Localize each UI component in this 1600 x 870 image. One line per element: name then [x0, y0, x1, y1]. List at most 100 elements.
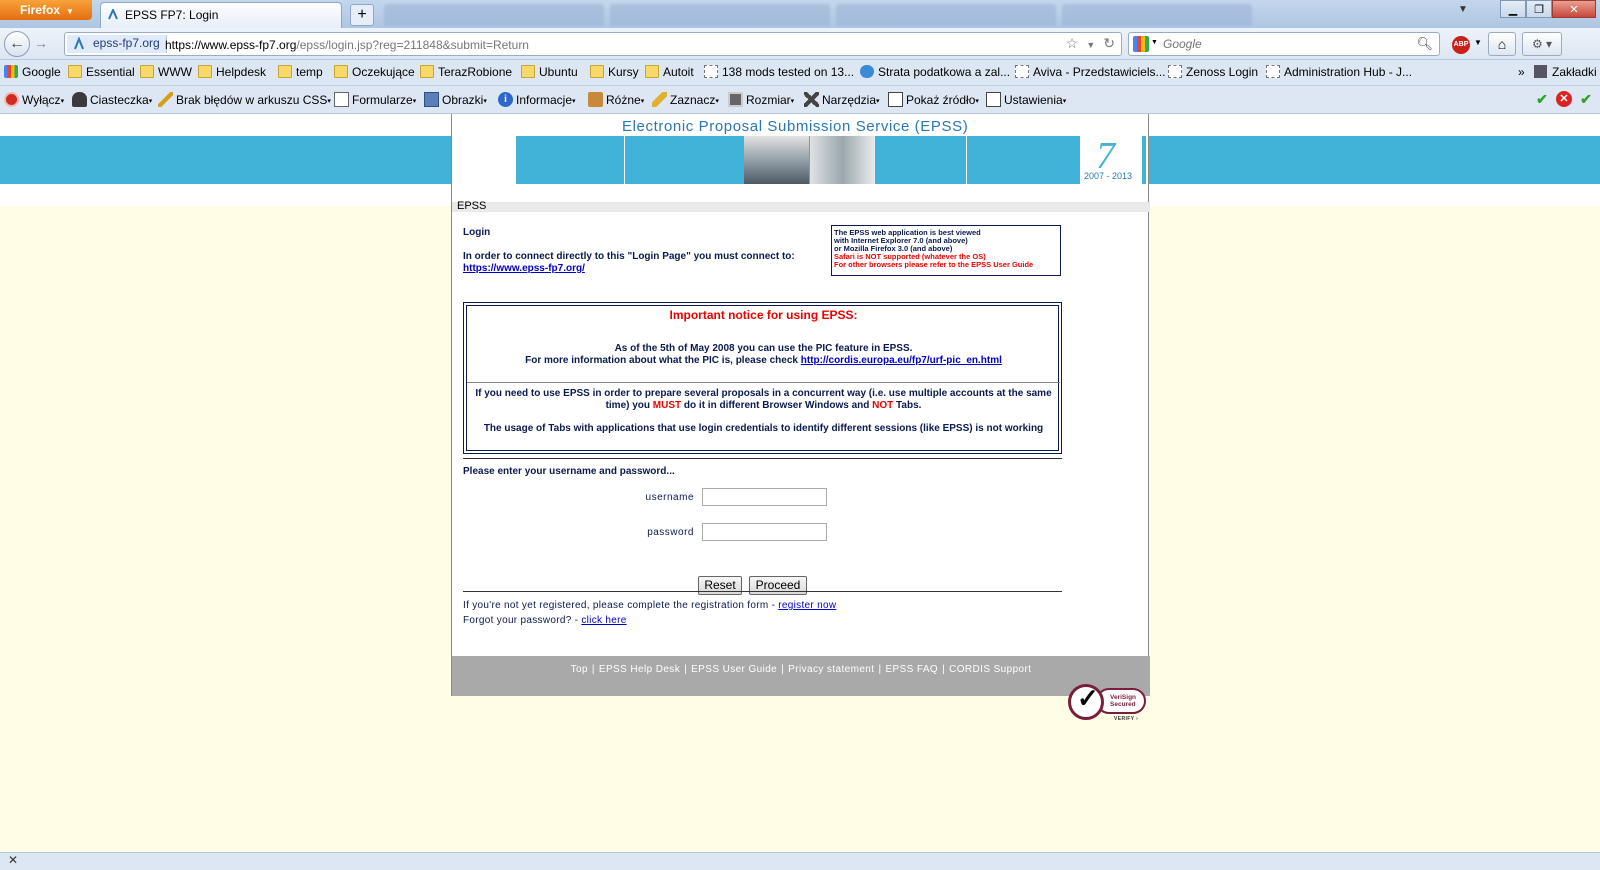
image-icon — [424, 92, 439, 107]
banner-photo — [810, 136, 875, 184]
bookmark-page[interactable]: Aviva - Przedstawiciels... — [1015, 65, 1166, 79]
tools-icon — [804, 92, 819, 107]
search-input[interactable] — [1163, 37, 1413, 51]
footer-link-faq[interactable]: EPSS FAQ — [885, 664, 938, 675]
checkmark-icon[interactable]: ✔ — [1578, 91, 1594, 107]
restore-icon[interactable]: ❐ — [1526, 0, 1552, 18]
chevron-down-icon[interactable]: ▼ — [1151, 39, 1158, 46]
devtool-css[interactable]: Brak błędów w arkuszu CSS▾ — [158, 92, 331, 107]
checkmark-icon[interactable]: ✔ — [1534, 91, 1550, 107]
url-text[interactable]: https://www.epss-fp7.org/epss/login.jsp?… — [165, 38, 529, 52]
bookmark-star-icon[interactable]: ☆ — [1066, 35, 1079, 51]
devtool-view-source[interactable]: Pokaż źródło▾ — [888, 92, 979, 107]
close-icon[interactable]: ✕ — [8, 853, 18, 867]
bookmark-folder[interactable]: WWW — [140, 65, 192, 79]
site-identity-button[interactable]: epss-fp7.org — [67, 35, 167, 53]
chevron-down-icon: ▼ — [66, 7, 74, 16]
bookmark-folder[interactable]: Autoit — [645, 65, 694, 79]
verisign-seal[interactable]: VeriSign Secured ✓ VERIFY › — [1068, 682, 1148, 724]
bookmark-page[interactable]: Administration Hub - J... — [1266, 65, 1412, 79]
page-icon — [1266, 65, 1280, 78]
search-bar: ▼ 🔍︎ — [1128, 32, 1440, 56]
devtool-information[interactable]: i Informacje▾ — [498, 92, 576, 107]
devtool-outline[interactable]: Zaznacz▾ — [652, 92, 719, 107]
tab-epss-login[interactable]: EPSS FP7: Login — [100, 2, 342, 28]
background-tab[interactable] — [1062, 4, 1252, 26]
bookmark-folder[interactable]: Ubuntu — [521, 65, 578, 79]
forward-button[interactable]: → — [34, 35, 48, 51]
globe-icon — [860, 65, 874, 78]
banner-photo — [744, 136, 809, 184]
extension-button[interactable]: ⚙ ▾ — [1522, 32, 1562, 56]
bookmark-page[interactable]: 138 mods tested on 13... — [704, 65, 854, 79]
bookmark-folder[interactable]: TerazRobione — [420, 65, 512, 79]
devtool-tools[interactable]: Narzędzia▾ — [804, 92, 880, 107]
register-link[interactable]: register now — [778, 600, 836, 611]
bookmark-page[interactable]: Zenoss Login — [1168, 65, 1258, 79]
username-input[interactable] — [702, 488, 827, 506]
google-icon[interactable] — [1133, 36, 1149, 52]
chevron-down-icon[interactable]: ▼ — [1474, 38, 1482, 47]
adblock-icon[interactable]: ABP — [1452, 36, 1470, 54]
info-icon: i — [498, 92, 513, 107]
notice-pic-info: As of the 5th of May 2008 you can use th… — [525, 343, 1002, 366]
proceed-button[interactable]: Proceed — [749, 576, 807, 595]
reload-icon[interactable]: ↻ — [1103, 35, 1115, 51]
close-window-icon[interactable]: ✕ — [1552, 0, 1596, 18]
footer-link-help-desk[interactable]: EPSS Help Desk — [599, 664, 680, 675]
stop-icon — [4, 92, 19, 107]
devtool-forms[interactable]: Formularze▾ — [334, 92, 416, 107]
devtool-disable[interactable]: Wyłącz▾ — [4, 92, 64, 107]
back-button[interactable]: ← — [4, 31, 30, 57]
content-panel: Electronic Proposal Submission Service (… — [451, 114, 1150, 696]
bookmark-folder[interactable]: Helpdesk — [198, 65, 266, 79]
connect-instructions: In order to connect directly to this "Lo… — [463, 251, 795, 262]
epss-favicon-icon — [74, 37, 84, 50]
page-icon — [1168, 65, 1182, 78]
folder-icon — [68, 65, 82, 78]
password-input[interactable] — [702, 523, 827, 541]
title-bar: Firefox ▼ EPSS FP7: Login + ▼ ▁ ❐ ✕ — [0, 0, 1600, 28]
chevron-double-right-icon[interactable]: » — [1518, 65, 1525, 79]
resize-icon — [728, 92, 743, 107]
settings-icon — [986, 92, 1001, 107]
devtool-resize[interactable]: Rozmiar▾ — [728, 92, 794, 107]
firefox-menu-button[interactable]: Firefox ▼ — [0, 0, 92, 20]
bookmark-page[interactable]: Strata podatkowa a zal... — [860, 65, 1010, 79]
devtool-misc[interactable]: Różne▾ — [588, 92, 644, 107]
pic-info-link[interactable]: http://cordis.europa.eu/fp7/urf-pic_en.h… — [801, 355, 1002, 366]
forgot-password-link[interactable]: click here — [581, 615, 626, 626]
devtool-cookies[interactable]: Ciasteczka▾ — [72, 92, 152, 107]
footer-link-privacy[interactable]: Privacy statement — [788, 664, 874, 675]
footer-link-cordis[interactable]: CORDIS Support — [949, 664, 1031, 675]
reset-button[interactable]: Reset — [698, 576, 742, 595]
background-tab[interactable] — [384, 4, 604, 26]
web-developer-toolbar: Wyłącz▾ Ciasteczka▾ Brak błędów w arkusz… — [0, 86, 1600, 114]
background-tab[interactable] — [610, 4, 830, 26]
bookmarks-menu[interactable]: Zakładki — [1534, 65, 1597, 79]
validation-status: ✔ ✕ ✔ — [1534, 91, 1594, 107]
home-button[interactable]: ⌂ — [1488, 32, 1516, 56]
devtool-images[interactable]: Obrazki▾ — [424, 92, 487, 107]
status-bar: ✕ — [0, 852, 1600, 870]
login-page-link[interactable]: https://www.epss-fp7.org/ — [463, 263, 585, 274]
bookmark-google[interactable]: Google — [4, 65, 61, 79]
search-icon[interactable]: 🔍︎ — [1416, 36, 1433, 52]
background-tab[interactable] — [836, 4, 1056, 26]
folder-icon — [334, 65, 348, 78]
footer-link-top[interactable]: Top — [571, 664, 588, 675]
new-tab-button[interactable]: + — [350, 4, 374, 26]
url-bar[interactable]: epss-fp7.org https://www.epss-fp7.org/ep… — [64, 32, 1122, 56]
page-icon — [704, 65, 718, 78]
error-icon[interactable]: ✕ — [1556, 91, 1572, 107]
footer-link-user-guide[interactable]: EPSS User Guide — [691, 664, 777, 675]
dropdown-icon[interactable]: ▼ — [1086, 40, 1095, 50]
page-title: Electronic Proposal Submission Service (… — [622, 118, 969, 135]
bookmark-folder[interactable]: Oczekujące — [334, 65, 415, 79]
tab-list-icon[interactable]: ▼ — [1458, 4, 1468, 15]
minimize-icon[interactable]: ▁ — [1500, 0, 1526, 18]
devtool-options[interactable]: Ustawienia▾ — [986, 92, 1066, 107]
bookmark-folder[interactable]: Kursy — [590, 65, 639, 79]
bookmark-folder[interactable]: temp — [278, 65, 323, 79]
bookmark-folder[interactable]: Essential — [68, 65, 135, 79]
